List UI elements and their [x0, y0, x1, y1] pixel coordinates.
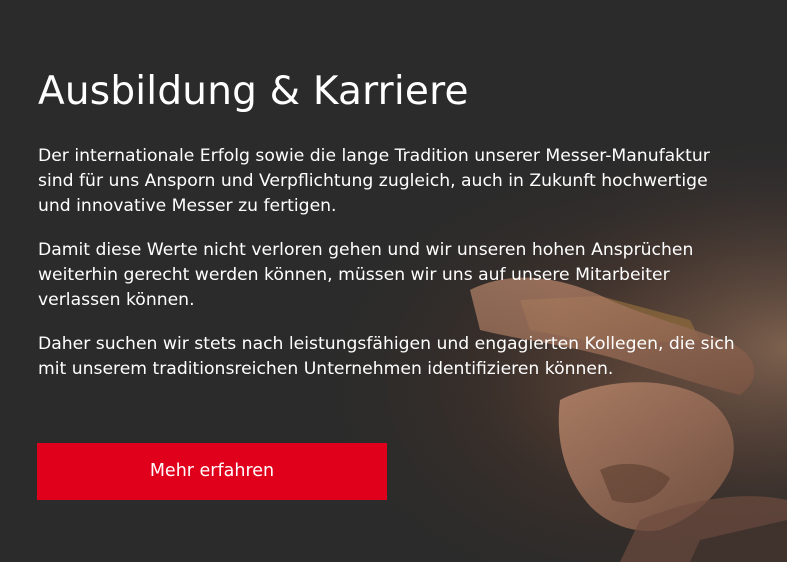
recruiting-paragraph: Daher suchen wir stets nach leistungsfäh…	[38, 334, 735, 379]
learn-more-button[interactable]: Mehr erfahren	[37, 443, 387, 500]
section-headline: Ausbildung & Karriere	[38, 69, 469, 114]
intro-paragraph: Der internationale Erfolg sowie die lang…	[38, 146, 710, 216]
content-block: Ausbildung & Karriere Der internationale…	[38, 0, 758, 382]
career-teaser-panel: Ausbildung & Karriere Der internationale…	[0, 0, 787, 562]
values-paragraph: Damit diese Werte nicht verloren gehen u…	[38, 240, 694, 310]
